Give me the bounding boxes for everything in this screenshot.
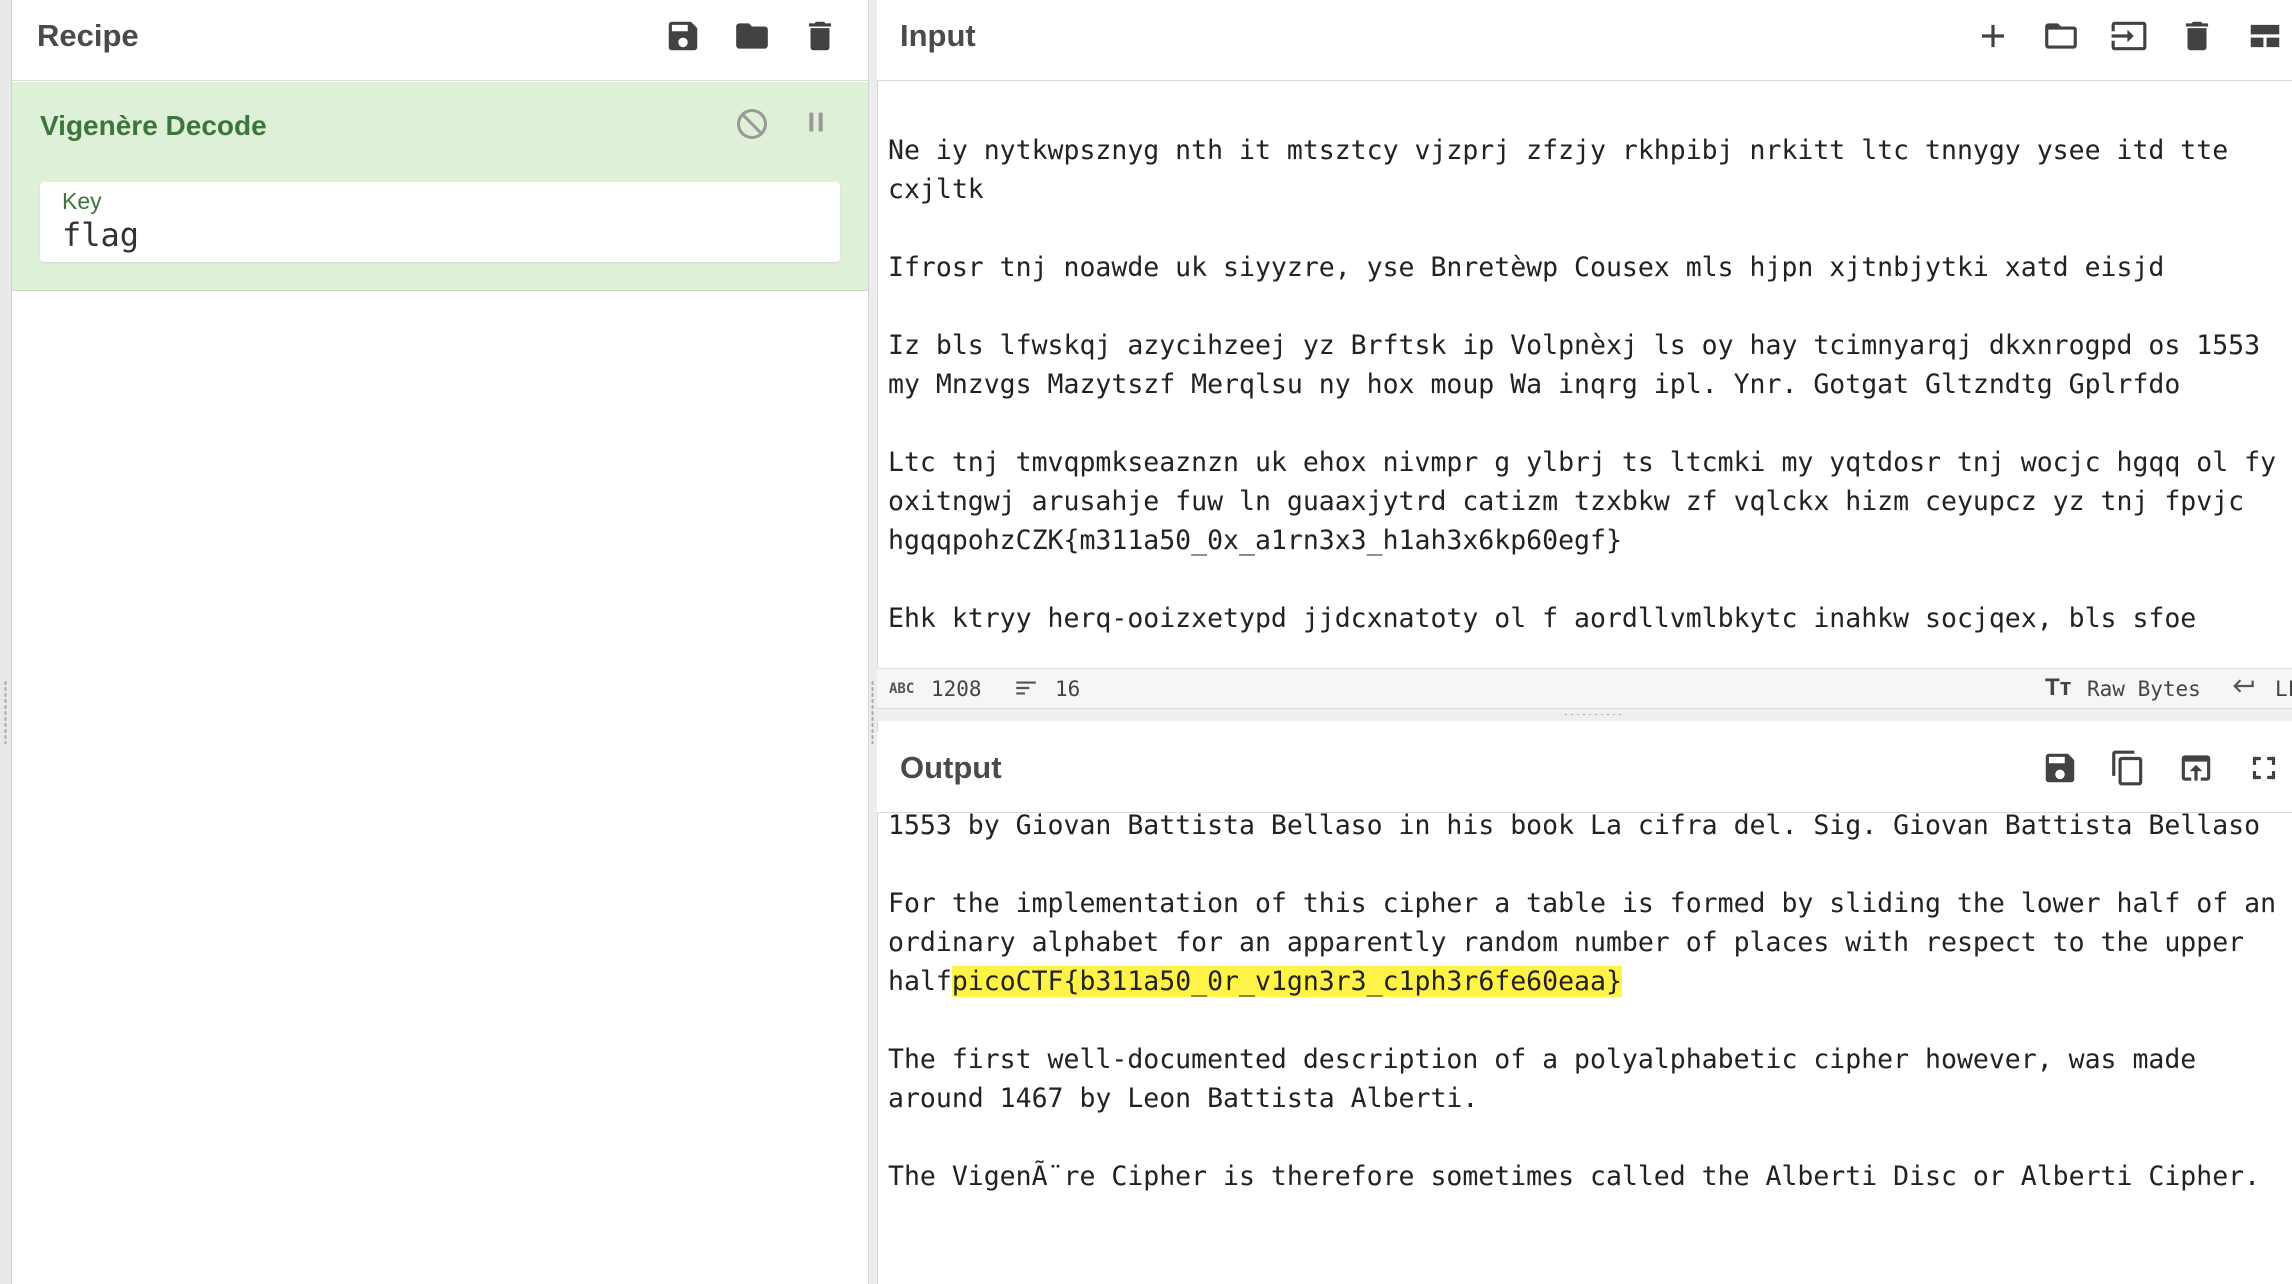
flag-highlight: picoCTF{b311a50_0r_v1gn3r3_c1ph3r6fe60ea… xyxy=(951,966,1622,997)
copy-output-button[interactable] xyxy=(2102,742,2154,794)
key-field[interactable]: Key flag xyxy=(40,182,840,262)
input-header: Input xyxy=(877,0,2292,81)
input-lines: 16 xyxy=(1055,677,1081,701)
fullscreen-icon xyxy=(2252,756,2276,780)
load-recipe-button[interactable] xyxy=(726,10,778,62)
breakpoint-button[interactable] xyxy=(800,106,844,150)
input-status-bar: ABC 1208 16 Tт Raw Bytes LF xyxy=(877,668,2292,709)
input-title: Input xyxy=(900,18,976,53)
eol-icon[interactable] xyxy=(2231,673,2257,699)
key-label: Key xyxy=(62,188,102,214)
disable-operation-button[interactable] xyxy=(734,106,778,150)
operation-title: Vigenère Decode xyxy=(40,110,267,141)
length-icon: ABC xyxy=(889,681,915,697)
vertical-resize-handle[interactable] xyxy=(868,0,878,1284)
lines-icon xyxy=(1013,675,1039,701)
key-input[interactable]: flag xyxy=(62,216,139,254)
recipe-title: Recipe xyxy=(37,18,139,53)
open-folder-button[interactable] xyxy=(2103,10,2155,62)
output-title: Output xyxy=(900,750,1002,785)
vigenere-decode-operation[interactable]: Vigenère Decode Key flag xyxy=(12,82,868,291)
save-icon xyxy=(668,21,698,51)
reset-layout-button[interactable] xyxy=(2239,10,2291,62)
open-in-icon xyxy=(2181,755,2211,781)
raw-bytes-button[interactable]: Raw Bytes xyxy=(2087,677,2201,701)
trash-icon xyxy=(808,21,832,51)
save-recipe-button[interactable] xyxy=(657,10,709,62)
output-header: Output xyxy=(877,732,2292,813)
copy-icon xyxy=(2112,750,2143,786)
save-icon xyxy=(2045,753,2075,783)
maximise-output-button[interactable] xyxy=(2238,742,2290,794)
recipe-pane: Recipe Vigenère Decode Key flag xyxy=(0,0,869,1284)
recipe-header: Recipe xyxy=(12,0,868,81)
output-text-after: The first well-documented description of… xyxy=(888,1044,2261,1192)
folder-icon xyxy=(736,23,768,49)
layout-icon xyxy=(2250,24,2280,48)
open-file-button[interactable] xyxy=(2035,10,2087,62)
eol-label[interactable]: LF xyxy=(2275,677,2292,701)
plus-icon xyxy=(1981,24,2005,48)
input-length: 1208 xyxy=(931,677,982,701)
input-icon xyxy=(2111,21,2147,51)
clear-recipe-button[interactable] xyxy=(794,10,846,62)
add-input-tab-button[interactable] xyxy=(1967,10,2019,62)
pause-icon xyxy=(809,112,823,132)
disable-icon xyxy=(737,109,767,139)
replace-input-button[interactable] xyxy=(2170,742,2222,794)
save-output-button[interactable] xyxy=(2034,742,2086,794)
trash-icon xyxy=(2185,21,2209,51)
input-textarea[interactable]: Ne iy nytkwpsznyg nth it mtsztcy vjzprj … xyxy=(888,92,2278,666)
horizontal-resize-handle[interactable] xyxy=(877,708,2292,721)
output-textarea[interactable]: 1553 by Giovan Battista Bellaso in his b… xyxy=(888,806,2278,1284)
left-resize-handle[interactable] xyxy=(0,0,12,1284)
clear-input-button[interactable] xyxy=(2171,10,2223,62)
folder-open-icon xyxy=(2045,23,2077,49)
font-icon[interactable]: Tт xyxy=(2045,674,2071,702)
